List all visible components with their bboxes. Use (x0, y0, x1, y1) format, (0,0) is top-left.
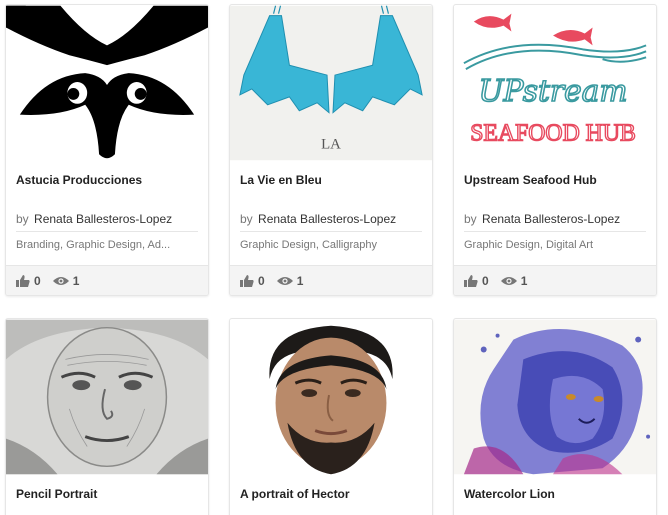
project-stats: 0 1 (6, 265, 208, 295)
project-card: A portrait of Hector (229, 318, 433, 515)
owner-prefix: by (464, 212, 477, 226)
views-count: 1 (296, 273, 304, 288)
project-card: LA La Vie en Bleu by Renata Ballesteros-… (229, 4, 433, 296)
thumbs-up-icon (16, 274, 30, 287)
views-stat: 1 (52, 273, 80, 288)
views-stat: 1 (276, 273, 304, 288)
thumbs-up-icon (240, 274, 254, 287)
views-count: 1 (520, 273, 528, 288)
project-cover[interactable] (6, 319, 208, 475)
eye-icon (276, 276, 293, 285)
project-cover[interactable] (230, 319, 432, 475)
appreciations-count: 0 (258, 273, 265, 288)
project-title[interactable]: Watercolor Lion (454, 475, 656, 515)
pencil-portrait-elder-woman (6, 319, 208, 475)
owner-link[interactable]: Renata Ballesteros-Lopez (482, 212, 620, 226)
field-link[interactable]: Calligraphy (322, 239, 377, 251)
project-cover[interactable]: UPstream SEAFOOD HUB (454, 5, 656, 161)
logo-subtitle: SEAFOOD HUB (470, 120, 636, 146)
field-link[interactable]: Graphic Design (464, 239, 540, 251)
project-stats: 0 1 (454, 265, 656, 295)
project-fields: Branding, Graphic Design, Ad... (16, 239, 171, 251)
watercolor-lion (454, 319, 656, 475)
appreciations-count: 0 (34, 273, 41, 288)
owner-prefix: by (16, 212, 29, 226)
salmon-logo: UPstream SEAFOOD HUB (454, 5, 656, 161)
project-card: Astucia Producciones by Renata Ballester… (5, 4, 209, 296)
cover-lettering: LA (321, 136, 341, 152)
field-link[interactable]: Digital Art (546, 239, 593, 251)
views-stat: 1 (500, 273, 528, 288)
project-title[interactable]: La Vie en Bleu (230, 161, 432, 205)
views-count: 1 (72, 273, 80, 288)
appreciations-stat: 0 (240, 274, 265, 288)
logo-wordmark: UPstream (479, 74, 628, 109)
field-link[interactable]: Graphic Design (66, 239, 142, 251)
owner-link[interactable]: Renata Ballesteros-Lopez (34, 212, 172, 226)
blue-bird-feet-illustration: LA (230, 5, 432, 161)
project-cover[interactable] (454, 319, 656, 475)
eye-icon (500, 276, 517, 285)
project-owner: by Renata Ballesteros-Lopez (16, 205, 198, 232)
project-title[interactable]: Astucia Producciones (6, 161, 208, 205)
appreciations-stat: 0 (464, 274, 489, 288)
project-card: UPstream SEAFOOD HUB Upstream Seafood Hu… (453, 4, 657, 296)
owner-prefix: by (240, 212, 253, 226)
project-grid: Astucia Producciones by Renata Ballester… (0, 0, 668, 515)
digital-portrait-man (230, 319, 432, 475)
field-link[interactable]: Ad... (148, 239, 171, 251)
project-fields: Graphic Design, Digital Art (464, 239, 594, 251)
appreciations-stat: 0 (16, 274, 41, 288)
project-card: Pencil Portrait (5, 318, 209, 515)
project-card: Watercolor Lion (453, 318, 657, 515)
owner-link[interactable]: Renata Ballesteros-Lopez (258, 212, 396, 226)
raccoon-mask-logo (6, 5, 208, 161)
project-title[interactable]: A portrait of Hector (230, 475, 432, 515)
project-cover[interactable] (6, 5, 208, 161)
project-owner: by Renata Ballesteros-Lopez (240, 205, 422, 232)
field-link[interactable]: Graphic Design (240, 239, 316, 251)
project-stats: 0 1 (230, 265, 432, 295)
eye-icon (52, 276, 69, 285)
thumbs-up-icon (464, 274, 478, 287)
project-title[interactable]: Upstream Seafood Hub (454, 161, 656, 205)
project-fields: Graphic Design, Calligraphy (240, 239, 377, 251)
appreciations-count: 0 (482, 273, 489, 288)
project-title[interactable]: Pencil Portrait (6, 475, 208, 515)
field-link[interactable]: Branding (16, 239, 60, 251)
project-owner: by Renata Ballesteros-Lopez (464, 205, 646, 232)
project-cover[interactable]: LA (230, 5, 432, 161)
